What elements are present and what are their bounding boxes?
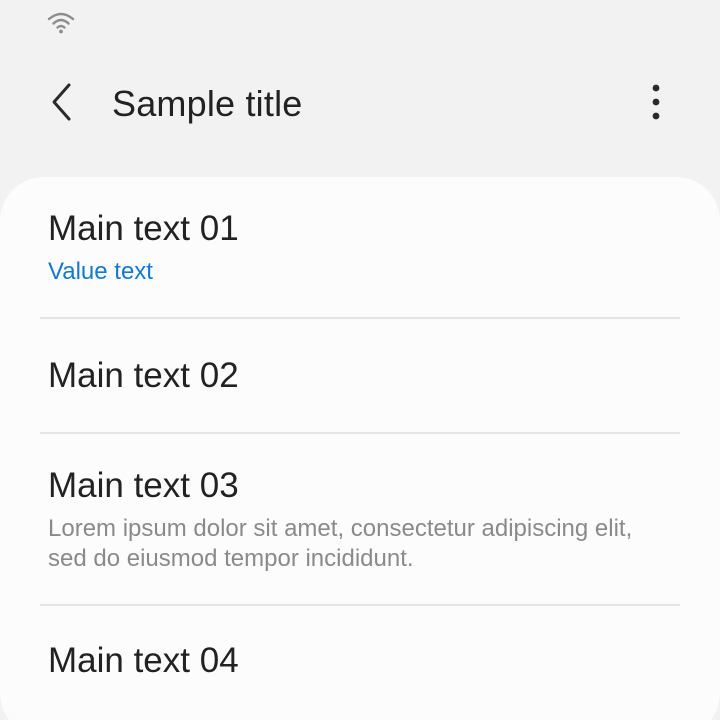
list-item-03[interactable]: Main text 03 Lorem ipsum dolor sit amet,… <box>0 434 720 604</box>
settings-list-card: Main text 01 Value text Main text 02 Mai… <box>0 177 720 720</box>
list-item-02[interactable]: Main text 02 <box>0 319 720 432</box>
app-bar: Sample title <box>0 64 720 144</box>
main-text: Main text 04 <box>48 641 239 680</box>
secondary-text: Lorem ipsum dolor sit amet, consectetur … <box>48 515 633 572</box>
more-vertical-icon <box>651 84 661 125</box>
status-bar <box>0 0 720 44</box>
settings-screen: Sample title Main text 01 Value text Mai… <box>0 0 720 720</box>
main-text: Main text 03 <box>48 466 239 505</box>
more-options-button[interactable] <box>632 80 680 128</box>
page-title: Sample title <box>112 83 303 124</box>
list-item-04[interactable]: Main text 04 <box>0 606 720 720</box>
list-item-01[interactable]: Main text 01 Value text <box>0 177 720 317</box>
chevron-left-icon <box>49 82 75 127</box>
main-text: Main text 01 <box>48 209 239 248</box>
back-button[interactable] <box>38 80 86 128</box>
wifi-icon <box>46 10 76 36</box>
value-text: Value text <box>48 258 153 285</box>
main-text: Main text 02 <box>48 356 239 395</box>
